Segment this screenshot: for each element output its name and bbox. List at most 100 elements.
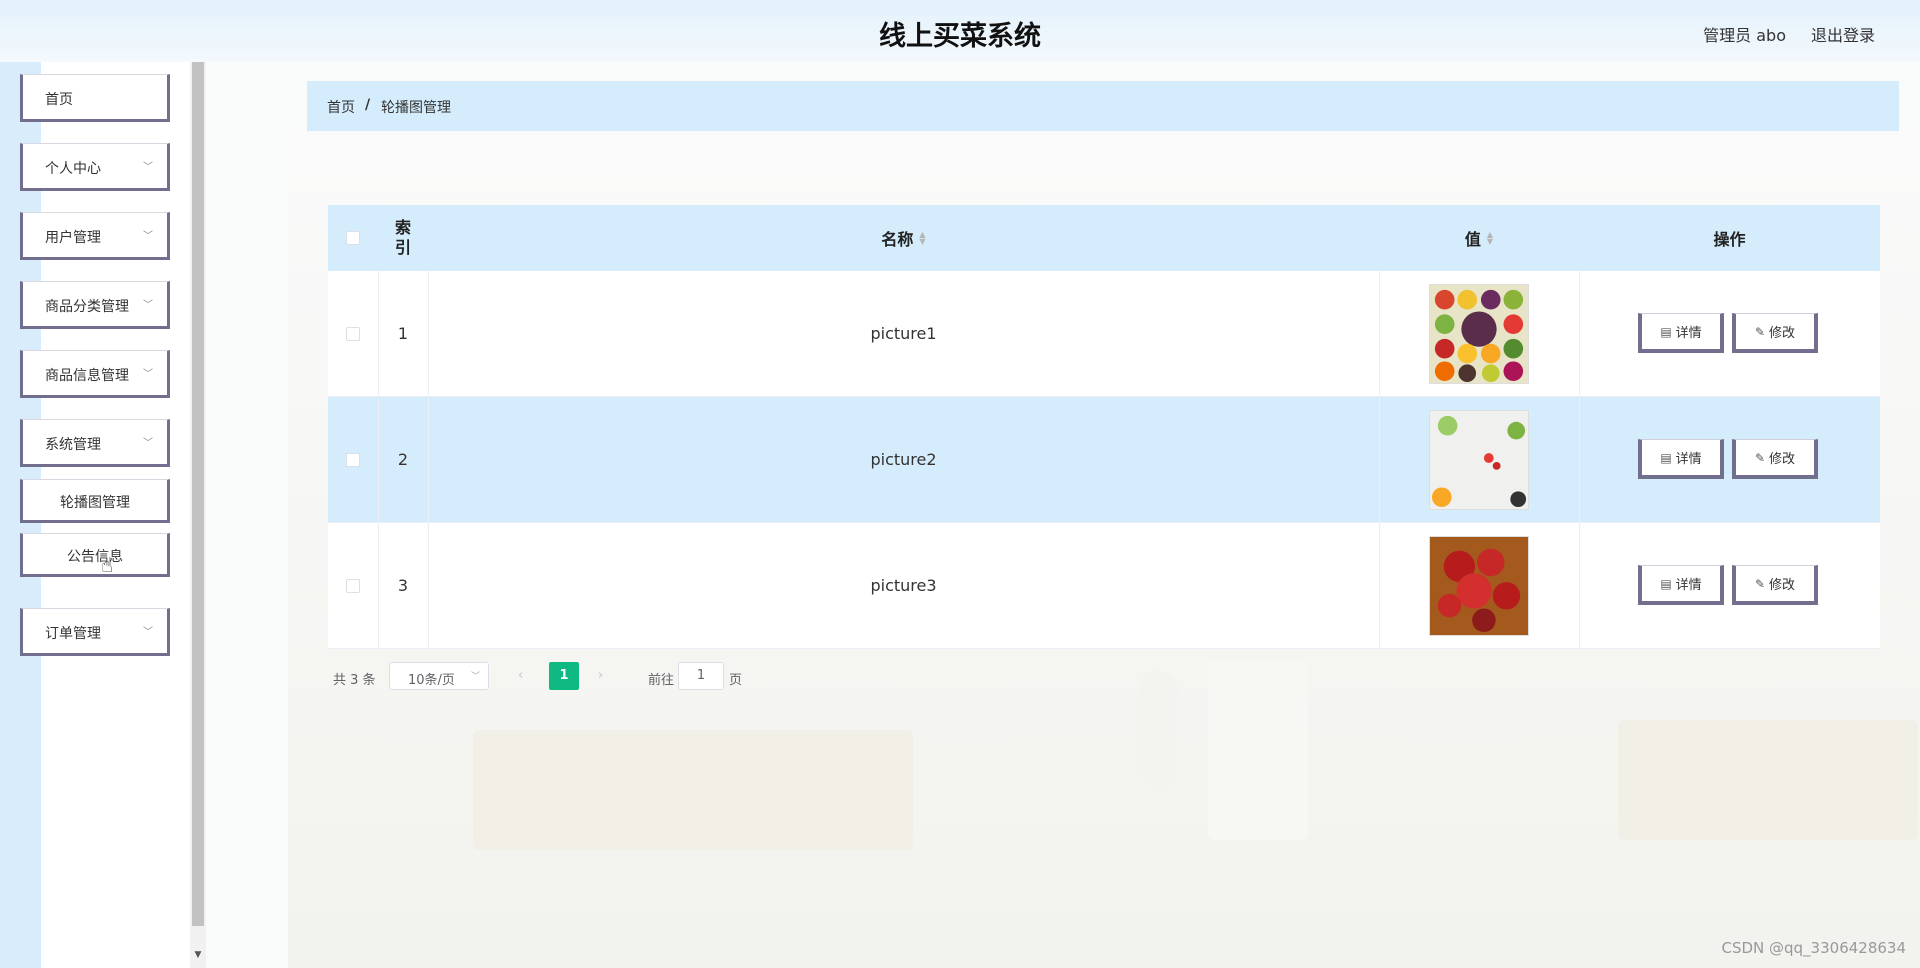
- sidebar-subitem-label: 公告信息: [67, 549, 123, 565]
- chevron-down-icon: ﹀: [143, 300, 153, 311]
- row-select-cell: [328, 271, 378, 396]
- edit-button-label: 修改: [1769, 326, 1796, 341]
- row-index: 2: [397, 450, 409, 469]
- row-name: picture2: [870, 450, 937, 469]
- detail-button[interactable]: ▤ 详情: [1638, 313, 1724, 353]
- sidebar-item-products[interactable]: 商品信息管理 ﹀: [20, 350, 170, 398]
- select-all-checkbox[interactable]: [346, 231, 360, 245]
- detail-button[interactable]: ▤ 详情: [1638, 439, 1724, 479]
- edit-button[interactable]: ✎ 修改: [1732, 439, 1818, 479]
- red-fruit-image: [1429, 535, 1529, 636]
- column-header-value[interactable]: 值 ▲ ▼: [1379, 205, 1579, 271]
- column-header-index: 索引: [378, 205, 428, 271]
- column-header-actions: 操作: [1579, 205, 1880, 271]
- sidebar-item-orders[interactable]: 订单管理 ﹀: [20, 608, 170, 656]
- sidebar-item-label: 系统管理: [45, 437, 101, 453]
- edit-button-label: 修改: [1769, 452, 1796, 467]
- detail-button[interactable]: ▤ 详情: [1638, 565, 1724, 605]
- sidebar-item-system[interactable]: 系统管理 ﹀: [20, 419, 170, 467]
- user-info: 管理员 abo: [1703, 26, 1786, 45]
- page-number-active[interactable]: 1: [549, 662, 579, 690]
- row-checkbox[interactable]: [346, 326, 360, 341]
- sidebar-item-profile[interactable]: 个人中心 ﹀: [20, 143, 170, 191]
- next-page-icon[interactable]: ›: [598, 668, 603, 683]
- row-value: [1379, 397, 1579, 522]
- edit-button[interactable]: ✎ 修改: [1732, 313, 1818, 353]
- top-header: 线上买菜系统 管理员 abo 退出登录: [0, 0, 1920, 62]
- sidebar-subitem-notice[interactable]: 公告信息: [20, 533, 170, 577]
- sidebar-item-label: 商品信息管理: [45, 368, 129, 384]
- sort-icon[interactable]: ▲ ▼: [919, 231, 925, 246]
- detail-button-label: 详情: [1675, 452, 1702, 467]
- watermark: CSDN @qq_3306428634: [1721, 939, 1906, 957]
- sidebar-subitem-carousel[interactable]: 轮播图管理: [20, 479, 170, 523]
- sort-icon[interactable]: ▲ ▼: [1487, 231, 1493, 246]
- sidebar-item-label: 用户管理: [45, 230, 101, 246]
- page-size-label: 10条/页: [408, 673, 455, 688]
- column-header-actions-label: 操作: [1713, 230, 1746, 249]
- table-header: 索引 名称 ▲ ▼ 值 ▲ ▼ 操作: [328, 205, 1880, 271]
- breadcrumb-current: 轮播图管理: [381, 100, 451, 116]
- app-title: 线上买菜系统: [879, 21, 1041, 52]
- row-value: [1379, 271, 1579, 396]
- sidebar-item-users[interactable]: 用户管理 ﹀: [20, 212, 170, 260]
- edit-icon: ✎: [1754, 576, 1766, 591]
- row-select-cell: [328, 397, 378, 522]
- edit-icon: ✎: [1754, 450, 1766, 465]
- document-icon: ▤: [1660, 576, 1672, 591]
- row-index: 1: [397, 324, 409, 343]
- table-row: 2 picture2 ▤ 详情 ✎ 修改: [328, 397, 1880, 523]
- sidebar-item-home[interactable]: 首页: [20, 74, 170, 122]
- detail-button-label: 详情: [1675, 326, 1702, 341]
- pagination-total: 共 3 条: [333, 673, 376, 688]
- row-name: picture3: [870, 576, 937, 595]
- goto-prefix: 前往: [648, 673, 675, 688]
- chevron-down-icon: ﹀: [143, 162, 153, 173]
- row-checkbox[interactable]: [346, 578, 360, 593]
- breadcrumb-home[interactable]: 首页: [327, 97, 355, 117]
- row-index: 3: [397, 576, 409, 595]
- row-checkbox[interactable]: [346, 452, 360, 467]
- row-select-cell: [328, 523, 378, 648]
- logout-link[interactable]: 退出登录: [1811, 22, 1875, 46]
- prev-page-icon[interactable]: ‹: [518, 668, 523, 683]
- sidebar-item-label: 首页: [45, 92, 73, 108]
- row-value: [1379, 523, 1579, 648]
- goto-page-input[interactable]: 1: [678, 662, 724, 690]
- chevron-down-icon: ﹀: [143, 369, 153, 380]
- sidebar-scrollbar-thumb[interactable]: [192, 62, 204, 926]
- page-size-select[interactable]: 10条/页 ﹀: [389, 662, 489, 690]
- edit-button[interactable]: ✎ 修改: [1732, 565, 1818, 605]
- carousel-table: 索引 名称 ▲ ▼ 值 ▲ ▼ 操作 1 picture1 ▤ 详情 ✎ 修改 …: [328, 205, 1880, 649]
- column-header-name-label: 名称: [881, 230, 914, 249]
- decor-block: [1618, 720, 1918, 840]
- sidebar-item-label: 订单管理: [45, 626, 101, 642]
- chevron-down-icon: ﹀: [143, 627, 153, 638]
- chevron-down-icon: ﹀: [143, 231, 153, 242]
- breadcrumb: 首页 / 轮播图管理: [307, 81, 1899, 131]
- edit-icon: ✎: [1754, 324, 1766, 339]
- decor-ring: [1138, 670, 1178, 790]
- sidebar-item-label: 商品分类管理: [45, 299, 129, 315]
- vegetable-splash-image: [1429, 409, 1529, 510]
- table-row: 3 picture3 ▤ 详情 ✎ 修改: [328, 523, 1880, 649]
- table-row: 1 picture1 ▤ 详情 ✎ 修改: [328, 271, 1880, 397]
- pointer-cursor-icon: ☝: [101, 553, 114, 577]
- detail-button-label: 详情: [1675, 578, 1702, 593]
- chevron-down-icon: ﹀: [470, 672, 480, 682]
- sidebar-subitem-label: 轮播图管理: [60, 495, 130, 511]
- column-header-name[interactable]: 名称 ▲ ▼: [428, 205, 1379, 271]
- scroll-down-arrow-icon[interactable]: ▼: [193, 950, 203, 960]
- decor-box: [473, 730, 913, 850]
- column-header-index-label: 索引: [394, 218, 411, 257]
- row-name: picture1: [870, 324, 937, 343]
- column-header-value-label: 值: [1464, 230, 1481, 249]
- sidebar-item-category[interactable]: 商品分类管理 ﹀: [20, 281, 170, 329]
- edit-button-label: 修改: [1769, 578, 1796, 593]
- decor-cylinder: [1208, 660, 1308, 840]
- document-icon: ▤: [1660, 324, 1672, 339]
- fruit-collage-image: [1429, 283, 1529, 384]
- document-icon: ▤: [1660, 450, 1672, 465]
- select-all-cell: [328, 205, 378, 271]
- breadcrumb-separator: /: [365, 97, 371, 113]
